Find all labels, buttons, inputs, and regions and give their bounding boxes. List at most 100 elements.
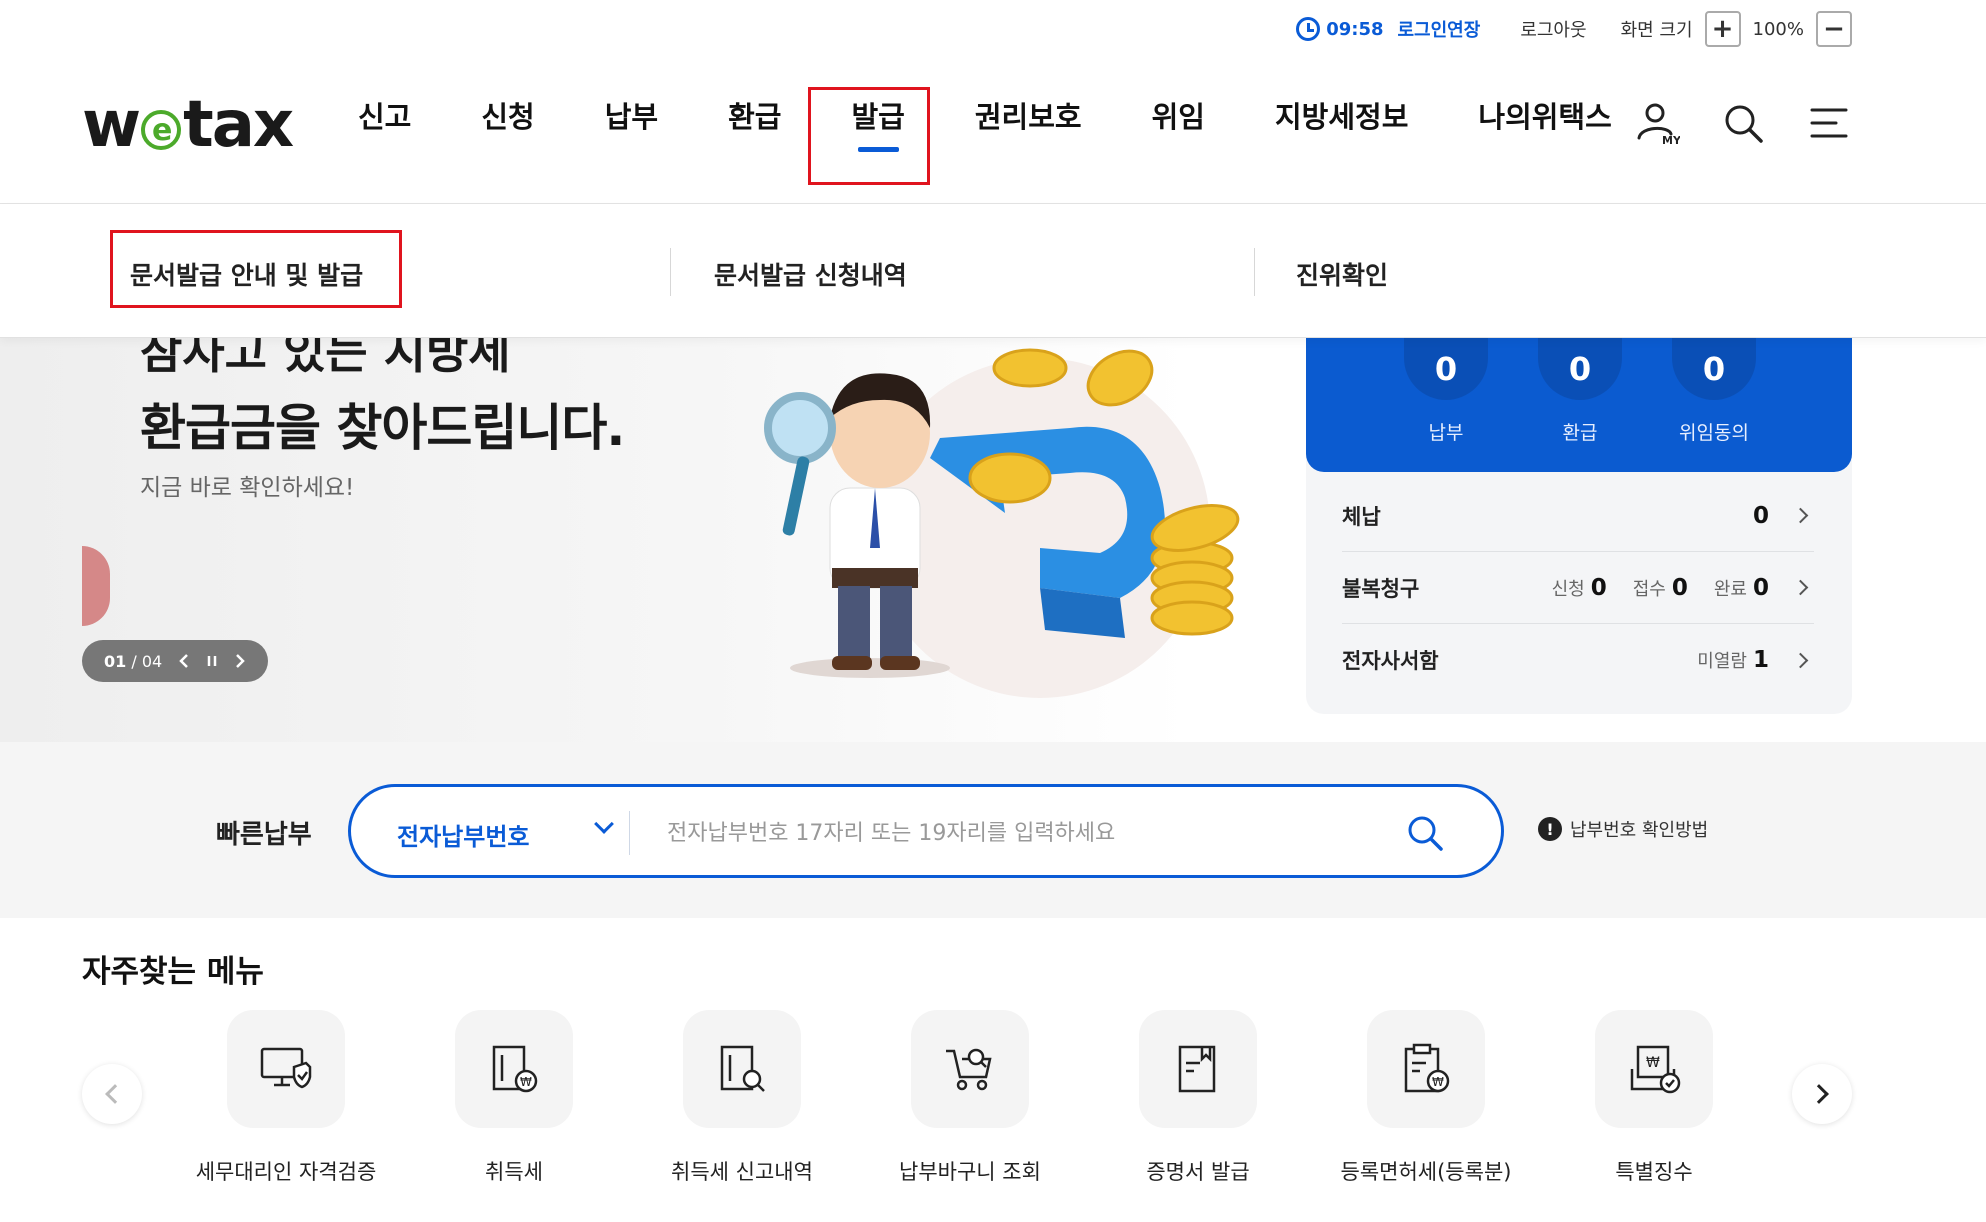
- status-row-appeal[interactable]: 불복청구 신청 0 접수 0 완료 0: [1342, 552, 1814, 624]
- quick-pay-label: 빠른납부: [216, 820, 312, 850]
- monitor-shield-icon: [227, 1010, 345, 1128]
- certificate-icon: [1139, 1010, 1257, 1128]
- submenu-authenticity-check[interactable]: 진위확인: [1296, 256, 1388, 292]
- nav-item-delegation[interactable]: 위임: [1150, 88, 1207, 142]
- slide-counter: 01 / 04: [104, 652, 162, 671]
- slide-total: / 04: [131, 651, 163, 671]
- cart-search-icon: [911, 1010, 1029, 1128]
- fav-item-acquisition-tax[interactable]: ₩ 취득세: [396, 1010, 632, 1186]
- document-check-icon: ₩: [1595, 1010, 1713, 1128]
- slide-pause-icon[interactable]: [206, 653, 218, 669]
- fav-item-payment-cart[interactable]: 납부바구니 조회: [852, 1010, 1088, 1186]
- nav-item-pay[interactable]: 납부: [603, 88, 660, 142]
- mailbox-title: 전자사서함: [1342, 649, 1439, 673]
- wetax-logo[interactable]: w e tax: [82, 88, 294, 162]
- fav-label: 취득세 신고내역: [671, 1160, 813, 1184]
- my-page-icon[interactable]: MY: [1634, 100, 1682, 147]
- logout-link[interactable]: 로그아웃: [1520, 16, 1586, 42]
- status-row-mailbox[interactable]: 전자사서함 미열람 1: [1342, 624, 1814, 696]
- stat-refund-value: 0: [1538, 338, 1622, 400]
- svg-text:₩: ₩: [1646, 1055, 1660, 1071]
- slide-current: 01: [104, 651, 127, 671]
- nav-item-my-wetax[interactable]: 나의위택스: [1476, 88, 1613, 142]
- help-text: 납부번호 확인방법: [1570, 820, 1709, 841]
- nav-item-rights[interactable]: 권리보호: [973, 88, 1084, 142]
- mailbox-unread-value: 1: [1752, 647, 1769, 673]
- chevron-left-icon: [105, 1084, 125, 1104]
- nav-item-local-tax-info[interactable]: 지방세정보: [1273, 88, 1410, 142]
- submenu-divider: [1254, 248, 1255, 296]
- fav-label: 취득세: [485, 1160, 543, 1184]
- nav-item-report[interactable]: 신고: [356, 88, 413, 142]
- arrears-value: 0: [1752, 502, 1769, 529]
- fav-item-agent-verify[interactable]: 세무대리인 자격검증: [168, 1010, 404, 1186]
- svg-text:₩: ₩: [520, 1075, 532, 1089]
- frequent-menu-list: 세무대리인 자격검증 ₩ 취득세 취득세 신고내역 납부바구니 조회 증명서 발…: [168, 1010, 1818, 1220]
- my-status-card: 0 납부 0 환급 0 위임동의 체납 0 불복청구 신청 0 접수 0 완료 …: [1306, 338, 1852, 714]
- payment-type-select[interactable]: 전자납부번호: [397, 817, 529, 852]
- quick-pay-form: 전자납부번호: [348, 784, 1504, 878]
- building-won-icon: ₩: [455, 1010, 573, 1128]
- stat-delegation-value: 0: [1672, 338, 1756, 400]
- nav-issue-highlight-box: [808, 87, 930, 185]
- appeal-receipt-value: 0: [1671, 574, 1688, 601]
- status-row-arrears[interactable]: 체납 0: [1342, 480, 1814, 552]
- slide-controls: 01 / 04: [82, 640, 268, 682]
- slide-next-icon[interactable]: [234, 653, 246, 669]
- stat-refund-label: 환급: [1562, 422, 1598, 444]
- appeal-done-value: 0: [1752, 574, 1769, 601]
- hamburger-menu-icon[interactable]: [1806, 100, 1852, 146]
- fav-label: 납부바구니 조회: [899, 1160, 1041, 1184]
- logo-e: e: [141, 110, 182, 150]
- info-icon: !: [1538, 817, 1562, 841]
- slide-prev-icon[interactable]: [178, 653, 190, 669]
- submenu-doc-issue-history[interactable]: 문서발급 신청내역: [714, 256, 907, 292]
- fav-label: 등록면허세(등록분): [1340, 1160, 1512, 1184]
- zoom-label: 화면 크기: [1620, 20, 1693, 41]
- stat-delegation[interactable]: 0 위임동의: [1672, 338, 1756, 445]
- extend-login-link[interactable]: 로그인연장: [1398, 16, 1481, 42]
- hero-subtitle: 지금 바로 확인하세요!: [140, 475, 355, 501]
- payment-number-help-link[interactable]: ! 납부번호 확인방법: [1538, 816, 1708, 842]
- appeal-apply-value: 0: [1590, 574, 1607, 601]
- fav-label: 세무대리인 자격검증: [195, 1160, 377, 1184]
- search-icon[interactable]: [1720, 100, 1766, 146]
- stat-payment-label: 납부: [1428, 422, 1464, 444]
- appeal-apply-label: 신청: [1551, 578, 1585, 600]
- appeal-done-label: 완료: [1713, 578, 1747, 600]
- fav-item-special-collection[interactable]: ₩ 특별징수: [1536, 1010, 1772, 1186]
- issue-submenu: 문서발급 안내 및 발급 문서발급 신청내역 진위확인: [0, 204, 1986, 338]
- decorative-shape: [82, 546, 110, 626]
- stat-payment-value: 0: [1404, 338, 1488, 400]
- header-icons: MY: [1634, 100, 1852, 147]
- building-search-icon: [683, 1010, 801, 1128]
- chevron-right-icon: [1792, 507, 1809, 524]
- mailbox-unread-label: 미열람: [1697, 651, 1747, 672]
- main-nav: 신고 신청 납부 환급 발급 권리보호 위임 지방세정보 나의위택스: [356, 88, 1680, 152]
- zoom-in-button[interactable]: +: [1704, 11, 1741, 47]
- zoom-out-button[interactable]: −: [1816, 11, 1852, 47]
- chevron-right-icon: [1792, 652, 1809, 668]
- site-header: w e tax 신고 신청 납부 환급 발급 권리보호 위임 지방세정보 나의위…: [0, 58, 1986, 204]
- clipboard-won-icon: ₩: [1367, 1010, 1485, 1128]
- session-time: 09:58: [1326, 18, 1384, 40]
- stat-refund[interactable]: 0 환급: [1538, 338, 1622, 445]
- chevron-right-icon: [1792, 579, 1809, 596]
- payment-number-input[interactable]: [667, 811, 1387, 855]
- hero-title: 환급금을 찾아드립니다.: [140, 399, 625, 457]
- chevron-down-icon[interactable]: [594, 814, 614, 834]
- utility-bar: 09:58 로그인연장 로그아웃 화면 크기 + 100% −: [0, 0, 1986, 58]
- frequent-menu-title: 자주찾는 메뉴: [82, 954, 264, 990]
- submenu-divider: [670, 248, 671, 296]
- zoom-value: 100%: [1752, 18, 1804, 40]
- fav-item-acquisition-history[interactable]: 취득세 신고내역: [624, 1010, 860, 1186]
- nav-item-refund[interactable]: 환급: [726, 88, 783, 142]
- carousel-prev-button[interactable]: [82, 1064, 142, 1124]
- fav-item-registration-tax[interactable]: ₩ 등록면허세(등록분): [1308, 1010, 1544, 1186]
- logo-tax: tax: [183, 88, 294, 162]
- stat-payment[interactable]: 0 납부: [1404, 338, 1488, 445]
- hero-illustration: [764, 348, 1240, 698]
- nav-item-apply[interactable]: 신청: [479, 88, 536, 142]
- fav-item-certificate[interactable]: 증명서 발급: [1080, 1010, 1316, 1186]
- search-icon[interactable]: [1405, 813, 1445, 853]
